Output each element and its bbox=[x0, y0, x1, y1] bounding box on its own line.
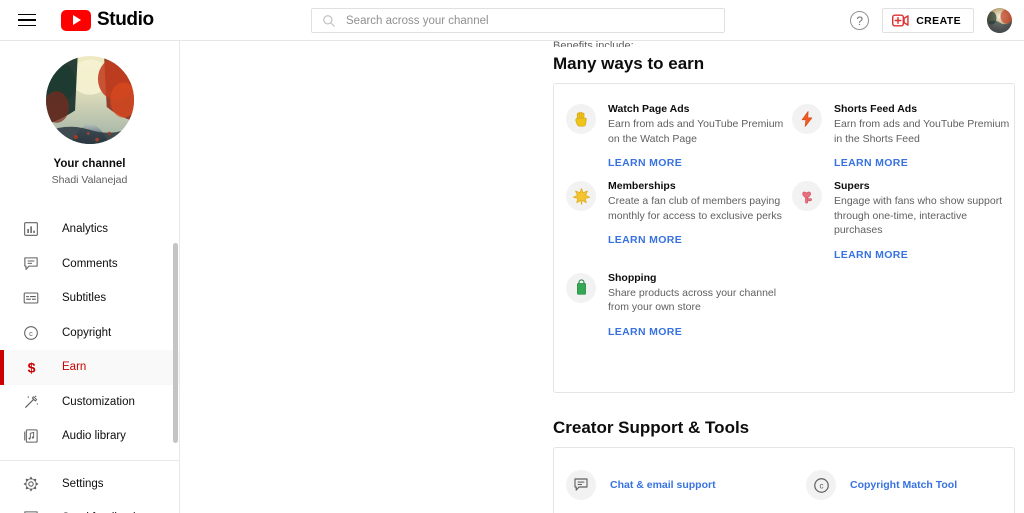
sidebar-item-subtitles[interactable]: Subtitles bbox=[0, 281, 179, 316]
supers-heart-hand-icon bbox=[792, 181, 822, 211]
learn-more-link[interactable]: LEARN MORE bbox=[834, 157, 908, 169]
svg-text:c: c bbox=[29, 329, 33, 338]
feature-body: Memberships Create a fan club of members… bbox=[608, 179, 784, 263]
channel-summary: Your channel Shadi Valanejad bbox=[0, 41, 179, 186]
tool-label[interactable]: Copyright Match Tool bbox=[850, 479, 957, 491]
svg-text:$: $ bbox=[27, 360, 35, 376]
feature-description: Earn from ads and YouTube Premium on the… bbox=[608, 118, 784, 145]
feature-body: Supers Engage with fans who show support… bbox=[834, 179, 1010, 263]
svg-text:c: c bbox=[819, 481, 823, 490]
top-header-bar: Studio ? CREATE bbox=[0, 0, 1024, 41]
earn-section-title: Many ways to earn bbox=[553, 54, 705, 73]
creator-support-card: Chat & email support c Copyright Match T… bbox=[553, 447, 1015, 513]
tools-grid: Chat & email support c Copyright Match T… bbox=[554, 448, 1014, 500]
search-icon bbox=[323, 14, 335, 27]
shorts-lightning-bolt-icon bbox=[792, 104, 822, 134]
search-input[interactable] bbox=[346, 14, 724, 27]
customization-wand-icon bbox=[22, 393, 40, 411]
feature-supers: Supers Engage with fans who show support… bbox=[792, 179, 1018, 271]
feature-title: Shopping bbox=[608, 271, 657, 284]
sidebar-item-label: Copyright bbox=[62, 326, 112, 339]
earn-features-grid: Watch Page Ads Earn from ads and YouTube… bbox=[554, 84, 1014, 348]
chat-support-icon bbox=[566, 470, 596, 500]
feedback-exclamation-icon bbox=[22, 509, 40, 513]
sidebar-item-customization[interactable]: Customization bbox=[0, 385, 179, 420]
sidebar-item-label: Customization bbox=[62, 395, 135, 408]
youtube-logo-icon bbox=[61, 9, 91, 31]
hamburger-menu-icon[interactable] bbox=[15, 8, 39, 32]
sidebar-item-earn[interactable]: $ Earn bbox=[0, 350, 179, 385]
creator-support-title: Creator Support & Tools bbox=[553, 418, 750, 437]
feature-description: Engage with fans who show support throug… bbox=[834, 195, 1003, 236]
tool-label[interactable]: Chat & email support bbox=[610, 479, 716, 491]
feature-memberships: Memberships Create a fan club of members… bbox=[566, 179, 792, 271]
feature-title: Watch Page Ads bbox=[608, 103, 690, 115]
analytics-bar-chart-icon bbox=[22, 220, 40, 238]
channel-avatar[interactable] bbox=[45, 56, 134, 144]
tool-chat-email-support[interactable]: Chat & email support bbox=[566, 470, 806, 500]
copyright-match-c-icon: c bbox=[806, 470, 836, 500]
sidebar-divider bbox=[0, 459, 179, 461]
feature-description: Share products across your channel from … bbox=[608, 286, 777, 314]
shopping-bag-icon bbox=[566, 272, 596, 303]
help-circle-icon[interactable]: ? bbox=[850, 11, 870, 30]
channel-avatar-image bbox=[45, 56, 134, 144]
tool-copyright-match[interactable]: c Copyright Match Tool bbox=[806, 470, 1024, 500]
main-content: Benefits include: Many ways to earn Watc… bbox=[181, 41, 1024, 513]
learn-more-link[interactable]: LEARN MORE bbox=[834, 249, 908, 261]
help-label: ? bbox=[856, 13, 864, 28]
sidebar-item-label: Settings bbox=[62, 477, 104, 490]
watch-page-ads-hand-icon bbox=[566, 104, 596, 134]
sidebar-item-comments[interactable]: Comments bbox=[0, 247, 179, 282]
header-actions: ? CREATE bbox=[850, 0, 1012, 41]
sidebar-item-copyright[interactable]: c Copyright bbox=[0, 316, 179, 351]
feature-watch-page-ads: Watch Page Ads Earn from ads and YouTube… bbox=[566, 102, 792, 179]
sidebar-item-label: Analytics bbox=[62, 223, 109, 236]
learn-more-link[interactable]: LEARN MORE bbox=[608, 326, 682, 338]
learn-more-link[interactable]: LEARN MORE bbox=[608, 157, 682, 169]
create-button[interactable]: CREATE bbox=[882, 8, 974, 33]
feature-body: Shorts Feed Ads Earn from ads and YouTub… bbox=[834, 102, 1010, 171]
comment-bubble-icon bbox=[22, 255, 40, 273]
feature-shopping: Shopping Share products across your chan… bbox=[566, 271, 792, 348]
feature-title: Shorts Feed Ads bbox=[834, 103, 918, 115]
feature-title: Supers bbox=[834, 180, 870, 192]
account-avatar-image bbox=[987, 8, 1012, 33]
sidebar-nav: Analytics Comments Subtitles c Copyright… bbox=[0, 212, 179, 513]
copyright-c-icon: c bbox=[22, 324, 40, 342]
account-avatar[interactable] bbox=[987, 8, 1012, 33]
channel-name: Shadi Valanejad bbox=[51, 174, 128, 186]
left-sidebar: Your channel Shadi Valanejad Analytics C… bbox=[0, 41, 180, 513]
channel-title: Your channel bbox=[53, 158, 126, 170]
subtitles-caption-icon bbox=[22, 289, 40, 307]
learn-more-link[interactable]: LEARN MORE bbox=[608, 234, 682, 246]
create-button-label: CREATE bbox=[916, 14, 961, 27]
brand-label: Studio bbox=[97, 9, 154, 30]
sidebar-item-label: Earn bbox=[62, 361, 87, 374]
sidebar-item-settings[interactable]: Settings bbox=[0, 467, 179, 502]
earn-dollar-icon: $ bbox=[22, 358, 40, 376]
feature-description: Create a fan club of members paying mont… bbox=[608, 195, 782, 222]
feature-description: Earn from ads and YouTube Premium in the… bbox=[834, 118, 1010, 145]
feature-shorts-feed-ads: Shorts Feed Ads Earn from ads and YouTub… bbox=[792, 102, 1018, 179]
sidebar-item-send-feedback[interactable]: Send feedback bbox=[0, 501, 179, 513]
audio-library-note-icon bbox=[22, 427, 40, 445]
earn-ways-card: Watch Page Ads Earn from ads and YouTube… bbox=[553, 83, 1015, 393]
sidebar-item-label: Subtitles bbox=[62, 292, 107, 305]
studio-brand-logo[interactable]: Studio bbox=[61, 9, 154, 31]
feature-body: Shopping Share products across your chan… bbox=[608, 271, 784, 340]
benefits-include-label: Benefits include: bbox=[553, 41, 634, 47]
feature-body: Watch Page Ads Earn from ads and YouTube… bbox=[608, 102, 784, 171]
gear-icon bbox=[22, 475, 40, 493]
sidebar-scrollbar[interactable] bbox=[173, 243, 178, 443]
search-bar[interactable] bbox=[311, 8, 725, 33]
sidebar-item-audio-library[interactable]: Audio library bbox=[0, 419, 179, 454]
sidebar-item-analytics[interactable]: Analytics bbox=[0, 212, 179, 247]
create-video-plus-icon bbox=[892, 14, 909, 27]
memberships-star-icon bbox=[566, 181, 596, 211]
sidebar-item-label: Comments bbox=[62, 257, 118, 270]
feature-title: Memberships bbox=[608, 180, 676, 192]
sidebar-item-label: Audio library bbox=[62, 430, 126, 443]
